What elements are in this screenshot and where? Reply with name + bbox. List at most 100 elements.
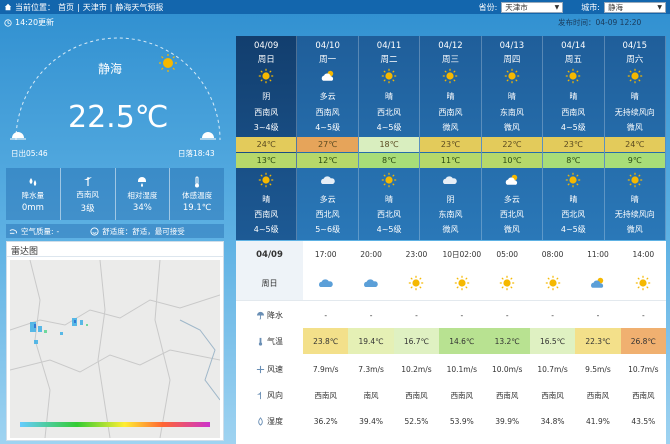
stat-value: 0mm [21,202,44,213]
hourly-time: 11:00 [587,250,609,259]
stat-label: 相对湿度 [127,190,158,200]
hourly-rain: - [415,310,418,320]
radar-title: 雷达图 [7,242,223,257]
breadcrumb-city-link[interactable]: 天津市 [83,2,107,13]
day-wind-direction: 西南风 [315,108,340,117]
day-wind-level: 微风 [626,123,643,132]
sunrise-icon [10,132,26,140]
forecast-date: 04/12 [438,41,463,51]
hourly-rain: - [641,310,645,320]
hourly-temp: 16.5℃ [529,328,576,354]
night-weather: 晴 [630,195,639,204]
hourly-humidity: 52.5% [404,416,429,426]
night-wind-direction: 西北风 [377,210,402,219]
night-weather: 晴 [385,195,394,204]
stat-label: 西南风 [76,189,99,199]
sun-icon [530,268,575,298]
seven-day-forecast: 04/09 周日 阴 西南风 3~4级 24℃ 13℃ 晴 西南风 4~5级 0… [236,36,666,240]
wind-icon [82,175,94,187]
hourly-wind-dir-row: 风向 西南风 南风 西南风 西南风 西南风 西南风 西南风 西南风 [236,382,666,408]
night-wind-level: 微风 [503,225,520,234]
forecast-weekday: 周二 [380,55,398,65]
cloud-icon [442,172,458,188]
night-wind-level: 微风 [626,225,643,234]
day-wind-level: 4~5级 [560,123,586,132]
hourly-rain: - [369,310,373,320]
sun-arc [10,37,221,141]
hourly-humidity: 41.9% [586,416,610,426]
forecast-day-3[interactable]: 04/12 周三 晴 西南风 微风 23℃ 11℃ 阴 东南风 微风 [420,36,482,240]
hourly-wind-speed: 10.7m/s [628,364,659,374]
sun-icon [394,268,439,298]
forecast-day-0[interactable]: 04/09 周日 阴 西南风 3~4级 24℃ 13℃ 晴 西南风 4~5级 [236,36,298,240]
day-weather: 多云 [319,92,336,101]
sun-icon [258,172,274,188]
hourly-humidity-row: 湿度 36.2% 39.4% 52.5% 53.9% 39.9% 34.8% 41.9% 43… [236,408,666,434]
day-weather: 晴 [569,92,578,101]
rain-row-header: 降水 [236,302,303,328]
update-time: 14:20更新 [4,17,54,28]
breadcrumb-home-link[interactable]: 首页 [58,2,74,13]
current-city: 静海 [98,62,123,76]
night-weather: 多云 [503,195,520,204]
sun-icon [485,268,530,298]
day-wind-level: 3~4级 [253,123,279,132]
hourly-forecast: 04/09 17:00 20:00 23:00 10日02:00 05:00 08:00 1… [236,241,666,444]
hourly-temp: 14.6℃ [439,328,485,354]
hourly-wind-speed-row: 风速 7.9m/s 7.3m/s 10.2m/s 10.1m/s 10.0m/s 10.7… [236,356,666,382]
stat-wind: 西南风 3级 [61,168,116,220]
night-wind-level: 5~6级 [315,225,341,234]
low-temperature: 10℃ [481,153,543,168]
forecast-date: 04/09 [253,41,279,51]
hourly-temp-row: 气温 23.8℃ 19.4℃ 16.7℃ 14.6℃ 13.2℃ 16.5℃ 22.3℃ 26… [236,328,666,354]
radar-map[interactable] [10,260,220,438]
rain-row-label: 降水 [267,310,283,320]
radar-panel: 雷达图 [6,241,224,441]
divider [236,300,666,301]
hourly-wind-dir: 西南风 [450,390,474,400]
stat-humidity: 相对湿度 34% [116,168,171,220]
day-wind-level: 4~5级 [315,123,341,132]
province-select[interactable]: 天津市 ▼ [501,1,564,13]
air-quality-value: - [56,226,60,236]
forecast-day-4[interactable]: 04/13 周四 晴 东南风 微风 22℃ 10℃ 多云 西北风 微风 [481,36,544,240]
hourly-time: 10日02:00 [442,250,482,259]
night-wind-direction: 无持续风向 [614,210,655,219]
high-temperature: 22℃ [481,137,543,152]
current-stats: 降水量 0mm 西南风 3级 相对湿度 34% 体感温度 19.1℃ [6,168,224,220]
wind-direction-icon [256,391,265,400]
day-wind-direction: 无持续风向 [614,108,655,117]
high-temperature: 24℃ [236,137,297,152]
day-wind-level: 4~5级 [376,123,402,132]
hourly-rain: - [505,310,509,320]
stat-value: 19.1℃ [182,202,212,213]
chevron-down-icon: ▼ [657,3,662,11]
night-wind-direction: 西北风 [499,210,524,219]
hourly-wind-speed: 10.2m/s [401,364,432,374]
hourly-humidity: 39.4% [359,416,383,426]
location-selectors: 省份: 天津市 ▼ 城市: 静海 ▼ [479,1,666,13]
forecast-day-1[interactable]: 04/10 周一 多云 西南风 4~5级 27℃ 12℃ 多云 西北风 5~6级 [297,36,359,240]
hourly-wind-dir: 西南风 [495,390,519,400]
forecast-date: 04/13 [499,41,525,51]
forecast-day-5[interactable]: 04/14 周五 晴 西南风 4~5级 23℃ 8℃ 晴 西北风 4~5级 [543,36,605,240]
hourly-wind-dir: 西南风 [405,390,428,400]
publish-time: 发布时间：04-09 12:20 [558,18,642,27]
sunset-time: 日落18:43 [178,149,215,158]
hourly-wind-speed: 7.3m/s [358,364,384,374]
night-wind-level: 微风 [442,225,459,234]
forecast-day-6[interactable]: 04/15 周六 晴 无持续风向 微风 24℃ 9℃ 晴 无持续风向 微风 [604,36,666,240]
sun-icon [565,68,581,84]
cloud-sun-icon [320,68,336,84]
sun-icon [627,172,643,188]
city-value: 静海 [608,2,623,12]
air-quality-bar: 空气质量: - 舒适度：舒适，最可接受 [6,224,224,238]
comfort-icon [90,226,99,236]
umbrella-icon [256,311,265,320]
rain-drop-icon [27,176,39,188]
hourly-temp: 23.8℃ [303,328,349,354]
forecast-day-2[interactable]: 04/11 周二 晴 西北风 4~5级 18℃ 8℃ 晴 西北风 4~5级 [358,36,421,240]
humidity-row-label: 湿度 [267,416,283,426]
wind-dir-row-label: 风向 [267,390,283,400]
city-select[interactable]: 静海 ▼ [604,1,666,13]
